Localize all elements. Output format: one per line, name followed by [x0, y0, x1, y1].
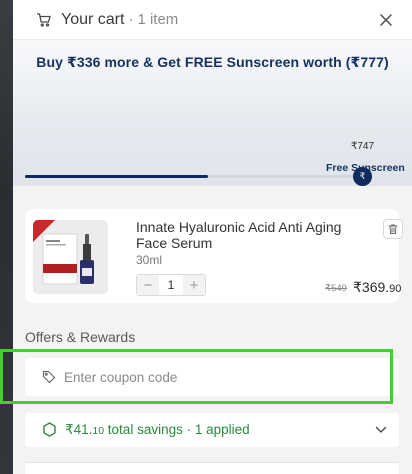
title-separator: · — [128, 11, 134, 28]
original-price: ₹549 — [325, 283, 347, 294]
sale-price-main: ₹369. — [353, 279, 390, 295]
product-size: 30ml — [136, 253, 163, 267]
coupon-input[interactable] — [64, 369, 364, 385]
quantity-stepper: − 1 + — [136, 274, 206, 296]
cart-item-card: Innate Hyaluronic Acid Anti Aging Face S… — [25, 209, 403, 303]
close-icon — [380, 13, 392, 26]
trash-icon — [388, 224, 398, 234]
cart-title: Your cart — [61, 10, 125, 28]
coupon-field[interactable] — [25, 358, 399, 396]
promo-message: Buy ₹336 more & Get FREE Sunscreen worth… — [36, 54, 389, 70]
badge-icon — [42, 422, 58, 438]
decrease-quantity-button[interactable]: − — [137, 275, 159, 295]
tag-icon — [42, 370, 56, 384]
increase-quantity-button[interactable]: + — [183, 275, 205, 295]
close-button[interactable] — [376, 10, 396, 30]
product-name[interactable]: Innate Hyaluronic Acid Anti Aging Face S… — [136, 219, 371, 251]
offers-title: Offers & Rewards — [25, 329, 136, 345]
savings-decimal: 10 — [92, 425, 105, 437]
cart-icon — [36, 11, 54, 29]
cart-item-count: 1 item — [137, 11, 179, 28]
cart-drawer: Your cart · 1 item Buy ₹336 more & Get F… — [13, 0, 412, 474]
chevron-down-icon[interactable] — [373, 422, 389, 438]
tier-label: Free Sunscreen — [326, 162, 405, 174]
sale-price: ₹369.90 — [353, 279, 401, 296]
page-backdrop — [0, 0, 14, 474]
next-section-card — [25, 462, 399, 474]
savings-summary[interactable]: ₹41.10 total savings · 1 applied — [25, 413, 399, 447]
progress-track — [25, 175, 357, 178]
product-image[interactable] — [33, 220, 108, 294]
sale-price-decimal: 90 — [389, 283, 402, 295]
tier-price: ₹747 — [351, 141, 375, 152]
progress-fill — [25, 175, 208, 178]
quantity-value: 1 — [167, 278, 175, 292]
cart-header: Your cart · 1 item — [13, 0, 412, 40]
savings-text: ₹41.10 total savings · 1 applied — [65, 422, 250, 438]
savings-detail: total savings · 1 applied — [104, 422, 250, 437]
savings-amount: ₹41. — [65, 422, 93, 437]
delete-item-button[interactable] — [383, 219, 403, 239]
